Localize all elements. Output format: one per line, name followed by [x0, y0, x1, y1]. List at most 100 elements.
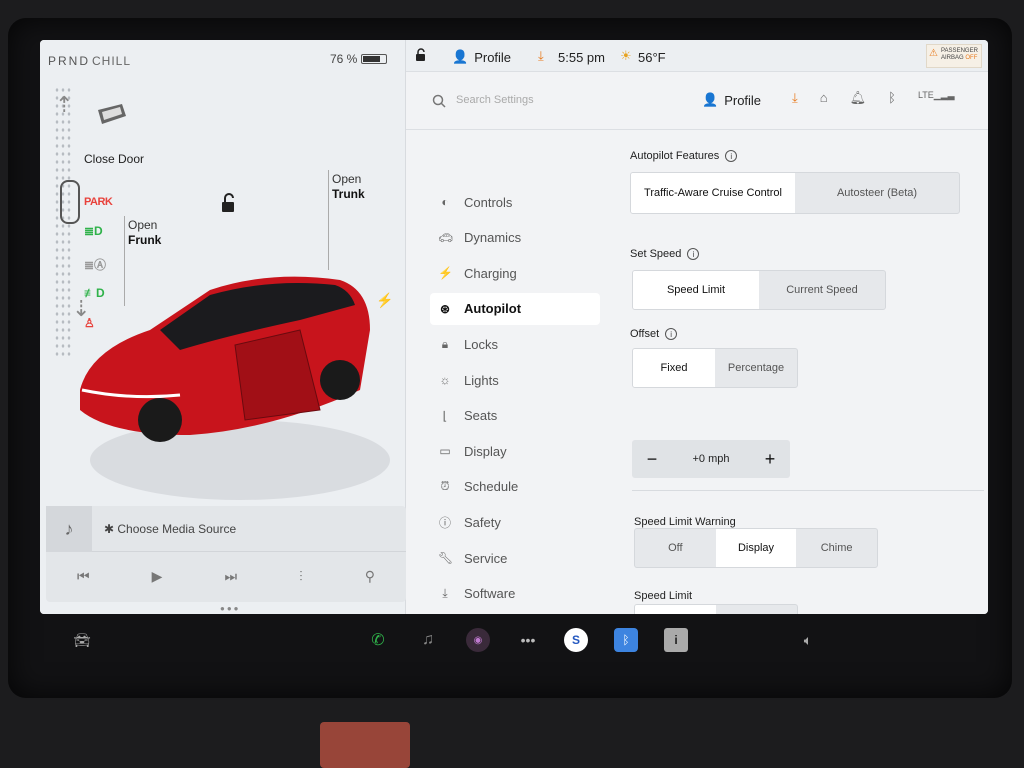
previous-track-icon[interactable]: ⏮ [77, 568, 90, 585]
speed-limit-warning-option[interactable]: Chime [796, 529, 877, 567]
decrease-button[interactable]: − [642, 449, 662, 470]
offset-option[interactable]: Fixed [633, 349, 715, 387]
media-controls: ⏮ ▶ ⏭ ⫶ ⚲ [46, 556, 406, 596]
nav-item-label: Schedule [464, 479, 519, 495]
search-settings-input[interactable] [456, 90, 656, 110]
autopilot-features-selector: Traffic-Aware Cruise Control Autosteer (B… [630, 172, 960, 214]
trunk-label: Trunk [332, 187, 365, 201]
info-icon[interactable]: i [687, 248, 700, 260]
garage-icon[interactable]: ⌂ [820, 90, 828, 106]
media-source-text: Choose Media Source [117, 522, 237, 536]
car-3d-model[interactable] [70, 260, 400, 520]
speed-limit-warning-option[interactable]: Display [715, 529, 797, 567]
car-panel: PRND CHILL 76 % ⇡ ⇣ Close Door PARK ≣D ≣… [40, 40, 406, 614]
page-indicator-dots: ●●● [220, 604, 241, 613]
download-icon[interactable]: ⤓ [792, 90, 798, 106]
nav-item-controls[interactable]: ◐ Controls [430, 186, 600, 218]
section-divider [632, 490, 984, 491]
manual-icon[interactable]: i [664, 628, 688, 652]
seat-icon: ⌊ [442, 408, 448, 423]
nav-item-schedule[interactable]: ⏰︎ Schedule [430, 471, 600, 503]
info-icon[interactable]: i [725, 150, 738, 162]
open-frunk-button[interactable]: Open Frunk [128, 218, 161, 248]
open-trunk-button[interactable]: Open Trunk [332, 172, 365, 202]
autopilot-features-title: Autopilot Features i [630, 150, 738, 162]
app-dock: 🚘︎ ✆ ♫ ◉ ••• S ᛒ i 🔈︎ [40, 614, 988, 670]
bluetooth-icon[interactable]: ᛒ [888, 90, 896, 106]
search-icon[interactable]: ⚲ [365, 568, 375, 585]
nav-item-label: Seats [464, 408, 498, 424]
set-speed-label: Set Speed [630, 248, 682, 260]
speed-limit-option[interactable]: Absolute [716, 605, 797, 614]
car-icon[interactable]: 🚘︎ [70, 628, 94, 652]
media-source-label[interactable]: ✱ Choose Media Source [104, 522, 236, 536]
offset-option[interactable]: Percentage [715, 349, 797, 387]
speed-limit-option[interactable]: Relative [635, 605, 716, 614]
media-player: ♪ ✱ Choose Media Source ⏮ ▶ ⏭ ⫶ ⚲ [46, 506, 406, 602]
equalizer-icon[interactable]: ⫶ [299, 568, 303, 585]
nav-item-label: Locks [464, 336, 498, 352]
passenger-airbag-indicator: ⚠ PASSENGER AIRBAG OFF [926, 44, 982, 68]
airbag-icon: ⚠ [929, 48, 938, 59]
set-speed-option[interactable]: Speed Limit [633, 271, 759, 309]
person-icon: 👤 [452, 49, 469, 64]
settings-profile-button[interactable]: 👤 Profile [702, 92, 761, 108]
speed-limit-warning-option[interactable]: Off [635, 529, 716, 567]
nav-item-label: Dynamics [464, 230, 522, 246]
person-icon: 👤 [702, 92, 719, 107]
nav-item-lights[interactable]: ☼ Lights [430, 364, 600, 396]
set-speed-title: Set Speed i [630, 248, 700, 260]
gear-selector[interactable]: PRND [48, 54, 90, 68]
download-icon[interactable]: ⤓ [538, 48, 544, 64]
drive-mode: CHILL [92, 54, 132, 68]
close-door-button[interactable]: Close Door [84, 152, 144, 166]
door-icon[interactable] [92, 96, 132, 136]
nav-item-label: Software [464, 586, 516, 602]
offset-value: +0 mph [692, 453, 730, 465]
volume-icon[interactable]: 🔈︎ [796, 628, 820, 652]
nav-item-software[interactable]: ⤓ Software [430, 578, 600, 610]
unlock-icon[interactable] [218, 192, 240, 214]
trunk-open-label: Open [332, 172, 362, 186]
profile-label: Profile [474, 49, 512, 65]
nav-item-locks[interactable]: 🔒︎ Locks [430, 328, 600, 360]
camera-icon[interactable]: ◉ [466, 628, 490, 652]
bluetooth-app-icon[interactable]: ᛒ [614, 628, 638, 652]
phone-icon[interactable]: ✆ [366, 628, 390, 652]
nav-item-dynamics[interactable]: 🚗︎ Dynamics [430, 222, 600, 254]
nav-item-display[interactable]: ▭ Display [430, 435, 600, 467]
bolt-icon: ⚡ [438, 266, 453, 281]
nav-item-safety[interactable]: ⓘ Safety [430, 506, 600, 538]
nav-item-charging[interactable]: ⚡ Charging [430, 257, 600, 289]
autopilot-feature-option[interactable]: Traffic-Aware Cruise Control [631, 173, 795, 213]
bell-icon[interactable]: 🔔︎ [850, 90, 867, 106]
airbag-line1: PASSENGER [941, 48, 978, 54]
speed-limit-warning-label: Speed Limit Warning [634, 516, 736, 528]
toybox-icon[interactable]: S [564, 628, 588, 652]
search-icon [432, 94, 446, 108]
increase-button[interactable]: + [760, 449, 780, 470]
header-icon-group: ⤓ ⌂ 🔔︎ ᛒ LTE▁▂▃ [792, 90, 955, 106]
outside-temperature: 56°F [638, 50, 666, 65]
lock-icon: 🔒︎ [441, 336, 449, 351]
battery-status: 76 % [330, 52, 388, 66]
shift-up-icon[interactable]: ⇡ [55, 92, 73, 118]
play-icon[interactable]: ▶ [152, 568, 163, 585]
speed-limit-title: Speed Limit [634, 590, 692, 602]
autopilot-settings: Autopilot Features i Traffic-Aware Cruis… [626, 130, 988, 614]
info-icon[interactable]: i [665, 328, 678, 340]
media-source-bar[interactable]: ♪ ✱ Choose Media Source [46, 506, 406, 552]
car-icon: 🚗︎ [438, 230, 454, 245]
music-icon[interactable]: ♫ [416, 628, 440, 652]
set-speed-option[interactable]: Current Speed [759, 271, 885, 309]
wrench-icon: 🔧︎ [438, 551, 454, 565]
nav-item-service[interactable]: 🔧︎ Service [430, 542, 600, 574]
music-note-icon: ♪ [46, 506, 92, 552]
next-track-icon[interactable]: ⏭ [225, 568, 238, 585]
nav-item-seats[interactable]: ⌊ Seats [430, 400, 600, 432]
lock-status-icon[interactable] [414, 48, 428, 62]
autopilot-feature-option[interactable]: Autosteer (Beta) [795, 173, 959, 213]
profile-button[interactable]: 👤 Profile [452, 49, 511, 65]
nav-item-autopilot[interactable]: ⊛ Autopilot [430, 292, 600, 325]
more-apps-icon[interactable]: ••• [516, 628, 540, 652]
